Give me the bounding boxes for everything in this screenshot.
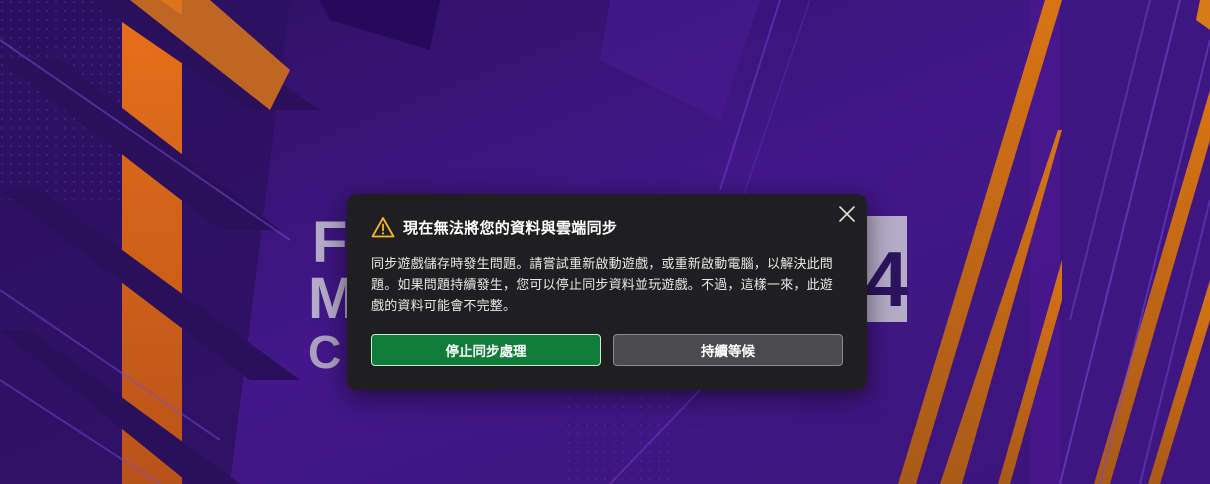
dialog-header: 現在無法將您的資料與雲端同步 xyxy=(371,216,617,238)
sync-error-dialog: 現在無法將您的資料與雲端同步 同步遊戲儲存時發生問題。請嘗試重新啟動遊戲，或重新… xyxy=(347,194,867,390)
warning-triangle-icon xyxy=(371,216,395,238)
dialog-message: 同步遊戲儲存時發生問題。請嘗試重新啟動遊戲，或重新啟動電腦，以解決此問題。如果問… xyxy=(371,257,834,314)
logo-number: 4 xyxy=(865,235,908,323)
logo-letter-c: C xyxy=(308,326,341,378)
stop-sync-button[interactable]: 停止同步處理 xyxy=(371,334,601,366)
dialog-title: 現在無法將您的資料與雲端同步 xyxy=(403,218,618,237)
close-icon[interactable] xyxy=(837,204,857,224)
game-screen: F M C 4 現在無法將您的資料與雲端同步 同步遊戲儲存時發生問題。請嘗試重新… xyxy=(0,0,1210,484)
keep-waiting-button[interactable]: 持續等候 xyxy=(613,334,843,366)
